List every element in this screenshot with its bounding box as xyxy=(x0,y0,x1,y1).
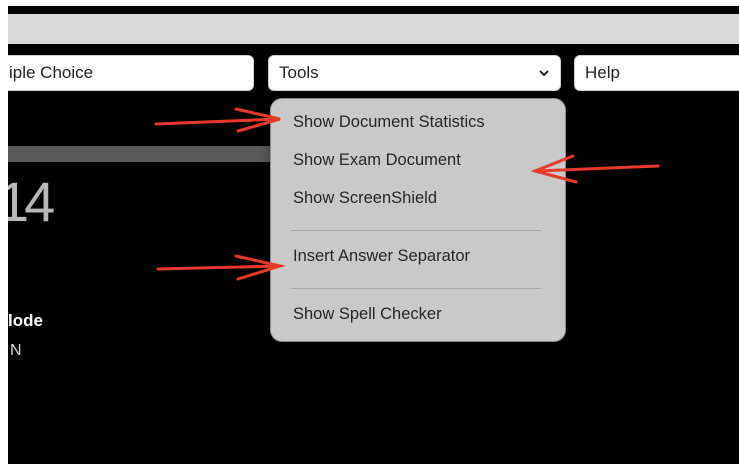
mode-label: lode xyxy=(8,311,43,330)
menu-item-insert-answer-separator[interactable]: Insert Answer Separator xyxy=(293,247,470,266)
menu-item-show-spell-checker[interactable]: Show Spell Checker xyxy=(293,305,442,324)
menu-separator xyxy=(291,230,541,231)
annotation-arrow-icon xyxy=(156,264,280,271)
big-number: 14 xyxy=(8,170,55,233)
menu-item-show-exam-document[interactable]: Show Exam Document xyxy=(293,151,461,170)
tools-value: Tools xyxy=(279,63,319,82)
help-select[interactable]: Help xyxy=(574,55,739,91)
app-window: iple Choice Tools Help 14 lode N Show Do… xyxy=(8,6,739,464)
mode-sub-label: N xyxy=(10,342,22,359)
tools-dropdown-menu: Show Document Statistics Show Exam Docum… xyxy=(270,98,566,342)
menu-item-show-document-statistics[interactable]: Show Document Statistics xyxy=(293,113,485,132)
question-type-value: iple Choice xyxy=(9,63,94,82)
question-type-select[interactable]: iple Choice xyxy=(8,55,254,91)
chevron-down-icon xyxy=(539,70,549,77)
annotation-arrow-icon xyxy=(154,117,280,126)
top-bar xyxy=(8,14,739,44)
menu-separator xyxy=(291,288,541,289)
tools-select[interactable]: Tools xyxy=(268,55,561,91)
help-value: Help xyxy=(585,63,620,82)
menu-item-show-screenshield[interactable]: Show ScreenShield xyxy=(293,189,437,208)
progress-bar xyxy=(8,146,283,162)
